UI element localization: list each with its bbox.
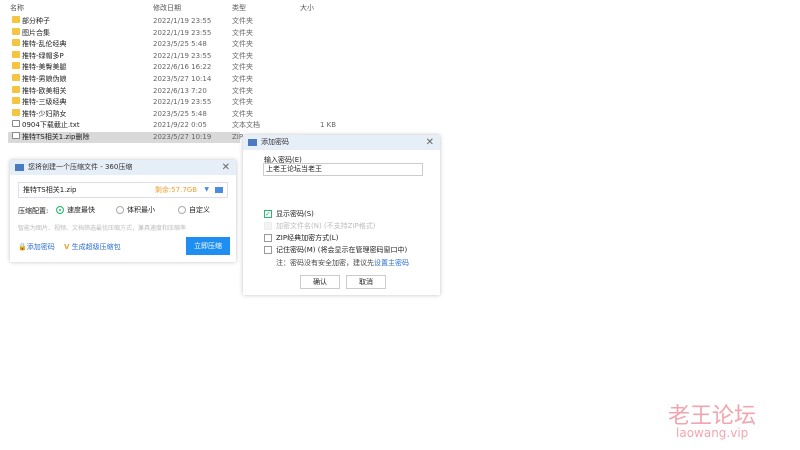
file-name: 推特-美臀美腿 [22,63,67,72]
file-type: 文件夹 [232,40,253,49]
file-date: 2022/1/19 23:55 [153,17,212,25]
col-date[interactable]: 修改日期 [153,3,181,13]
compress-dialog: 您将创建一个压缩文件 - 360压缩 ✕ 推特TS相关1.zip 剩余:57.7G… [10,160,236,262]
cancel-button[interactable]: 取消 [346,275,386,289]
file-name: 推特-三级经典 [22,98,67,107]
folder-icon [12,108,20,116]
file-type: ZIP [232,133,244,141]
file-row[interactable]: 0904下载截止.txt 2021/9/22 0:05 文本文档 1 KB [8,120,336,131]
file-icon [12,120,20,128]
file-name: 推特-男娘伪娘 [22,75,67,83]
file-type: 文件夹 [232,28,253,37]
folder-icon [12,39,20,47]
folder-icon [12,50,20,58]
col-size[interactable]: 大小 [300,3,314,13]
file-date: 2022/6/16 16:22 [153,63,212,72]
file-date: 2023/5/27 10:14 [153,75,212,83]
dialog-title: 您将创建一个压缩文件 - 360压缩 [28,163,133,171]
file-row[interactable]: 推特-少妇熟女 2023/5/25 5:48 文件夹 [8,108,253,120]
file-type: 文件夹 [232,63,253,72]
col-name[interactable]: 名称 [10,3,24,13]
file-name: 部分种子 [22,17,50,25]
file-date: 2022/1/19 23:55 [153,28,212,37]
watermark-en: laowang.vip [676,426,749,440]
hint-text: 智能为图片、视频、文档筛选最优压缩方式，兼具速度和压缩率 [18,225,187,232]
file-row[interactable]: 部分种子 2022/1/19 23:55 文件夹 [8,16,253,27]
ok-button[interactable]: 确认 [300,275,340,289]
set-master-password-link[interactable]: 设置主密码 [374,259,409,267]
close-icon[interactable]: ✕ [222,160,230,175]
file-date: 2021/9/22 0:05 [153,121,207,130]
file-row[interactable]: 推特-男娘伪娘 2023/5/27 10:14 文件夹 [8,74,253,85]
zip-classic-checkbox[interactable]: ZIP经典加密方式(L) [264,233,338,243]
option-smallest[interactable]: 体积最小 [116,205,155,215]
config-label: 压缩配置: [18,207,49,215]
file-icon [12,132,20,139]
file-date: 2023/5/25 5:48 [153,40,207,49]
file-name: 推特TS相关1.zip删除 [22,133,90,141]
file-row[interactable]: 图片合集 2022/1/19 23:55 文件夹 [8,27,253,39]
file-type: 文件夹 [232,109,253,118]
file-name: 推特-欧美相关 [22,86,67,95]
file-type: 文件夹 [232,75,253,83]
file-type: 文件夹 [232,17,253,25]
file-row[interactable]: 推特-绿帽多P 2022/1/19 23:55 文件夹 [8,50,253,62]
compress-titlebar: 您将创建一个压缩文件 - 360压缩 ✕ [10,160,236,175]
compress-now-button[interactable]: 立即压缩 [186,237,230,255]
file-name: 推特-乱伦经典 [22,40,67,49]
password-titlebar: 添加密码 ✕ [243,135,440,150]
file-row[interactable]: 推特-三级经典 2022/1/19 23:55 文件夹 [8,97,253,108]
lock-icon: 🔒 [18,243,27,251]
file-date: 2022/1/19 23:55 [153,98,212,107]
file-row[interactable]: 推特-欧美相关 2022/6/13 7:20 文件夹 [8,85,253,97]
folder-icon [12,97,20,105]
file-name: 0904下载截止.txt [22,121,80,130]
close-icon[interactable]: ✕ [426,135,434,150]
remember-password-checkbox[interactable]: 记住密码(M) (将会显示在管理密码窗口中) [264,245,407,255]
file-row[interactable]: 推特TS相关1.zip删除 2023/5/27 10:19 ZIP [8,132,244,143]
password-input[interactable]: 上老王论坛当老王 [263,163,423,176]
password-dialog: 添加密码 ✕ 输入密码(E) 上老王论坛当老王 ✓ 显示密码(S) 加密文件名(N)… [243,135,440,295]
encrypt-filenames-checkbox[interactable]: 加密文件名(N) (不支持ZIP格式) [264,221,375,231]
folder-icon [12,74,20,81]
v-icon: V [64,243,70,251]
show-password-checkbox[interactable]: ✓ 显示密码(S) [264,209,314,219]
column-headers: 名称 修改日期 类型 大小 [0,3,340,15]
file-type: 文件夹 [232,86,253,95]
file-type: 文本文档 [232,121,260,130]
filename-input[interactable]: 推特TS相关1.zip 剩余:57.7GB ▼ [18,182,228,198]
filename-value: 推特TS相关1.zip [23,186,77,194]
folder-icon[interactable] [215,187,223,193]
file-row[interactable]: 推特-乱伦经典 2023/5/25 5:48 文件夹 [8,39,253,50]
file-date: 2022/1/19 23:55 [153,51,212,60]
file-name: 图片合集 [22,28,50,37]
file-date: 2023/5/25 5:48 [153,109,207,118]
folder-icon [12,62,20,70]
option-fastest[interactable]: 速度最快 [56,205,95,215]
folder-icon [12,85,20,93]
file-size: 1 KB [320,121,337,130]
folder-icon [12,27,20,35]
note-text: 注：密码没有安全加密，建议先设置主密码 [276,259,409,267]
free-space: 剩余:57.7GB [154,186,197,194]
file-date: 2022/6/13 7:20 [153,86,207,95]
dropdown-icon[interactable]: ▼ [204,183,209,197]
generate-package-link[interactable]: V 生成超级压缩包 [64,242,121,252]
file-row[interactable]: 推特-美臀美腿 2022/6/16 16:22 文件夹 [8,62,253,73]
file-name: 推特-绿帽多P [22,51,64,60]
option-custom[interactable]: 自定义 [178,205,210,215]
app-icon [248,139,257,146]
folder-icon [12,16,20,23]
file-type: 文件夹 [232,51,253,60]
file-type: 文件夹 [232,98,253,107]
app-icon [15,164,24,171]
col-type[interactable]: 类型 [232,3,246,13]
add-password-link[interactable]: 🔒添加密码 [18,242,55,252]
dialog-title: 添加密码 [261,138,289,146]
file-date: 2023/5/27 10:19 [153,133,212,141]
file-name: 推特-少妇熟女 [22,109,67,118]
